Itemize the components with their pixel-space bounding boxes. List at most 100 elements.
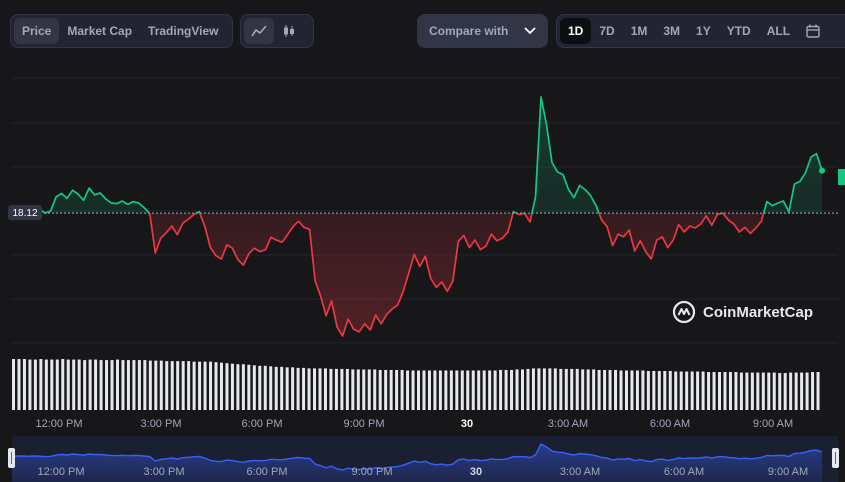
- volume-bar: [422, 370, 426, 410]
- volume-bar: [362, 369, 366, 410]
- volume-bar: [482, 370, 486, 410]
- x-tick-label: 6:00 AM: [650, 418, 690, 430]
- coinmarketcap-logo-icon: [672, 300, 696, 324]
- range-1y[interactable]: 1Y: [688, 18, 719, 44]
- volume-bar: [280, 366, 284, 410]
- volume-bar: [592, 369, 596, 410]
- volume-bar: [411, 370, 415, 410]
- volume-bar: [668, 371, 672, 410]
- x-tick-label: 6:00 PM: [242, 418, 283, 430]
- volume-bar: [597, 369, 601, 410]
- volume-bar: [351, 369, 355, 410]
- brand-name: CoinMarketCap: [703, 304, 813, 321]
- range-3m[interactable]: 3M: [655, 18, 688, 44]
- volume-bar: [291, 367, 295, 410]
- tab-market-cap[interactable]: Market Cap: [59, 18, 140, 44]
- volume-bar: [635, 370, 639, 410]
- volume-bar: [663, 371, 667, 410]
- volume-bar: [203, 361, 207, 410]
- volume-bar: [395, 369, 399, 410]
- volume-bar: [685, 371, 689, 410]
- calendar-icon[interactable]: [798, 18, 828, 44]
- range-1m[interactable]: 1M: [623, 18, 656, 44]
- volume-bar: [165, 361, 169, 410]
- volume-bar: [39, 359, 43, 410]
- volume-bar: [520, 369, 524, 410]
- volume-bar: [570, 368, 574, 410]
- range-1d[interactable]: 1D: [560, 18, 592, 44]
- line-chart-icon[interactable]: [244, 18, 274, 44]
- volume-bar: [367, 369, 371, 410]
- volume-bar: [794, 372, 798, 410]
- volume-bar: [701, 371, 705, 410]
- overview-navigator[interactable]: 12:00 PM 3:00 PM 6:00 PM 9:00 PM 30 3:00 AM 6:…: [8, 436, 839, 482]
- volume-bar: [159, 360, 163, 410]
- candlestick-icon[interactable]: [274, 18, 304, 44]
- volume-bar: [805, 372, 809, 410]
- volume-bar: [378, 369, 382, 410]
- volume-bar: [126, 360, 130, 410]
- volume-bar: [99, 360, 103, 410]
- tab-tradingview[interactable]: TradingView: [140, 18, 226, 44]
- volume-bar: [285, 367, 289, 410]
- volume-bar: [783, 373, 787, 410]
- chart-type-toggle: [240, 14, 314, 48]
- volume-bar: [515, 369, 519, 410]
- navigator-tick-label: 30: [470, 466, 482, 478]
- volume-bar: [581, 369, 585, 410]
- volume-bar: [499, 369, 503, 410]
- volume-bar: [427, 370, 431, 410]
- volume-bar: [707, 372, 711, 410]
- volume-bar: [296, 367, 300, 410]
- tab-price[interactable]: Price: [14, 18, 60, 44]
- volume-bar: [553, 368, 557, 410]
- volume-bar: [105, 360, 109, 410]
- volume-bar: [767, 372, 771, 410]
- volume-bar: [356, 369, 360, 410]
- volume-bar: [170, 361, 174, 410]
- volume-bar: [219, 362, 223, 410]
- volume-bar: [559, 368, 563, 410]
- volume-bar: [115, 359, 119, 410]
- volume-bar: [778, 373, 782, 410]
- volume-bar: [225, 363, 229, 410]
- compare-with-dropdown[interactable]: Compare with: [417, 14, 548, 48]
- volume-bars: [12, 359, 820, 410]
- navigator-tick-label: 6:00 PM: [247, 466, 288, 478]
- last-price-dot: [819, 167, 825, 174]
- volume-bar: [466, 370, 470, 410]
- volume-bar: [148, 360, 152, 410]
- volume-bar: [12, 359, 16, 410]
- range-ytd[interactable]: YTD: [719, 18, 759, 44]
- volume-bar: [750, 372, 754, 410]
- volume-bar: [575, 368, 579, 410]
- volume-bar: [389, 369, 393, 410]
- volume-bar: [318, 368, 322, 410]
- range-all[interactable]: ALL: [759, 18, 798, 44]
- volume-bar: [61, 359, 65, 410]
- volume-bar: [789, 372, 793, 410]
- volume-bar: [94, 359, 98, 410]
- volume-bar: [761, 372, 765, 410]
- volume-bar: [542, 368, 546, 410]
- volume-bar: [756, 372, 760, 410]
- volume-bar: [739, 372, 743, 410]
- price-chart[interactable]: 18.12 12:00 PM 3:00 PM 6:00 PM 9:00 PM 30 3:0…: [0, 0, 845, 482]
- volume-bar: [50, 359, 54, 410]
- volume-bar: [548, 368, 552, 410]
- x-tick-label: 3:00 PM: [141, 418, 182, 430]
- volume-bar: [33, 359, 37, 410]
- navigator-tick-label: 12:00 PM: [37, 466, 84, 478]
- volume-bar: [477, 370, 481, 410]
- volume-bar: [444, 370, 448, 410]
- volume-bar: [400, 369, 404, 410]
- volume-bar: [641, 370, 645, 410]
- volume-bar: [690, 371, 694, 410]
- range-7d[interactable]: 7D: [591, 18, 622, 44]
- volume-bar: [679, 371, 683, 410]
- volume-bar: [214, 362, 218, 410]
- volume-bar: [816, 372, 820, 410]
- x-tick-label: 9:00 AM: [753, 418, 793, 430]
- volume-bar: [624, 370, 628, 410]
- volume-bar: [17, 359, 21, 410]
